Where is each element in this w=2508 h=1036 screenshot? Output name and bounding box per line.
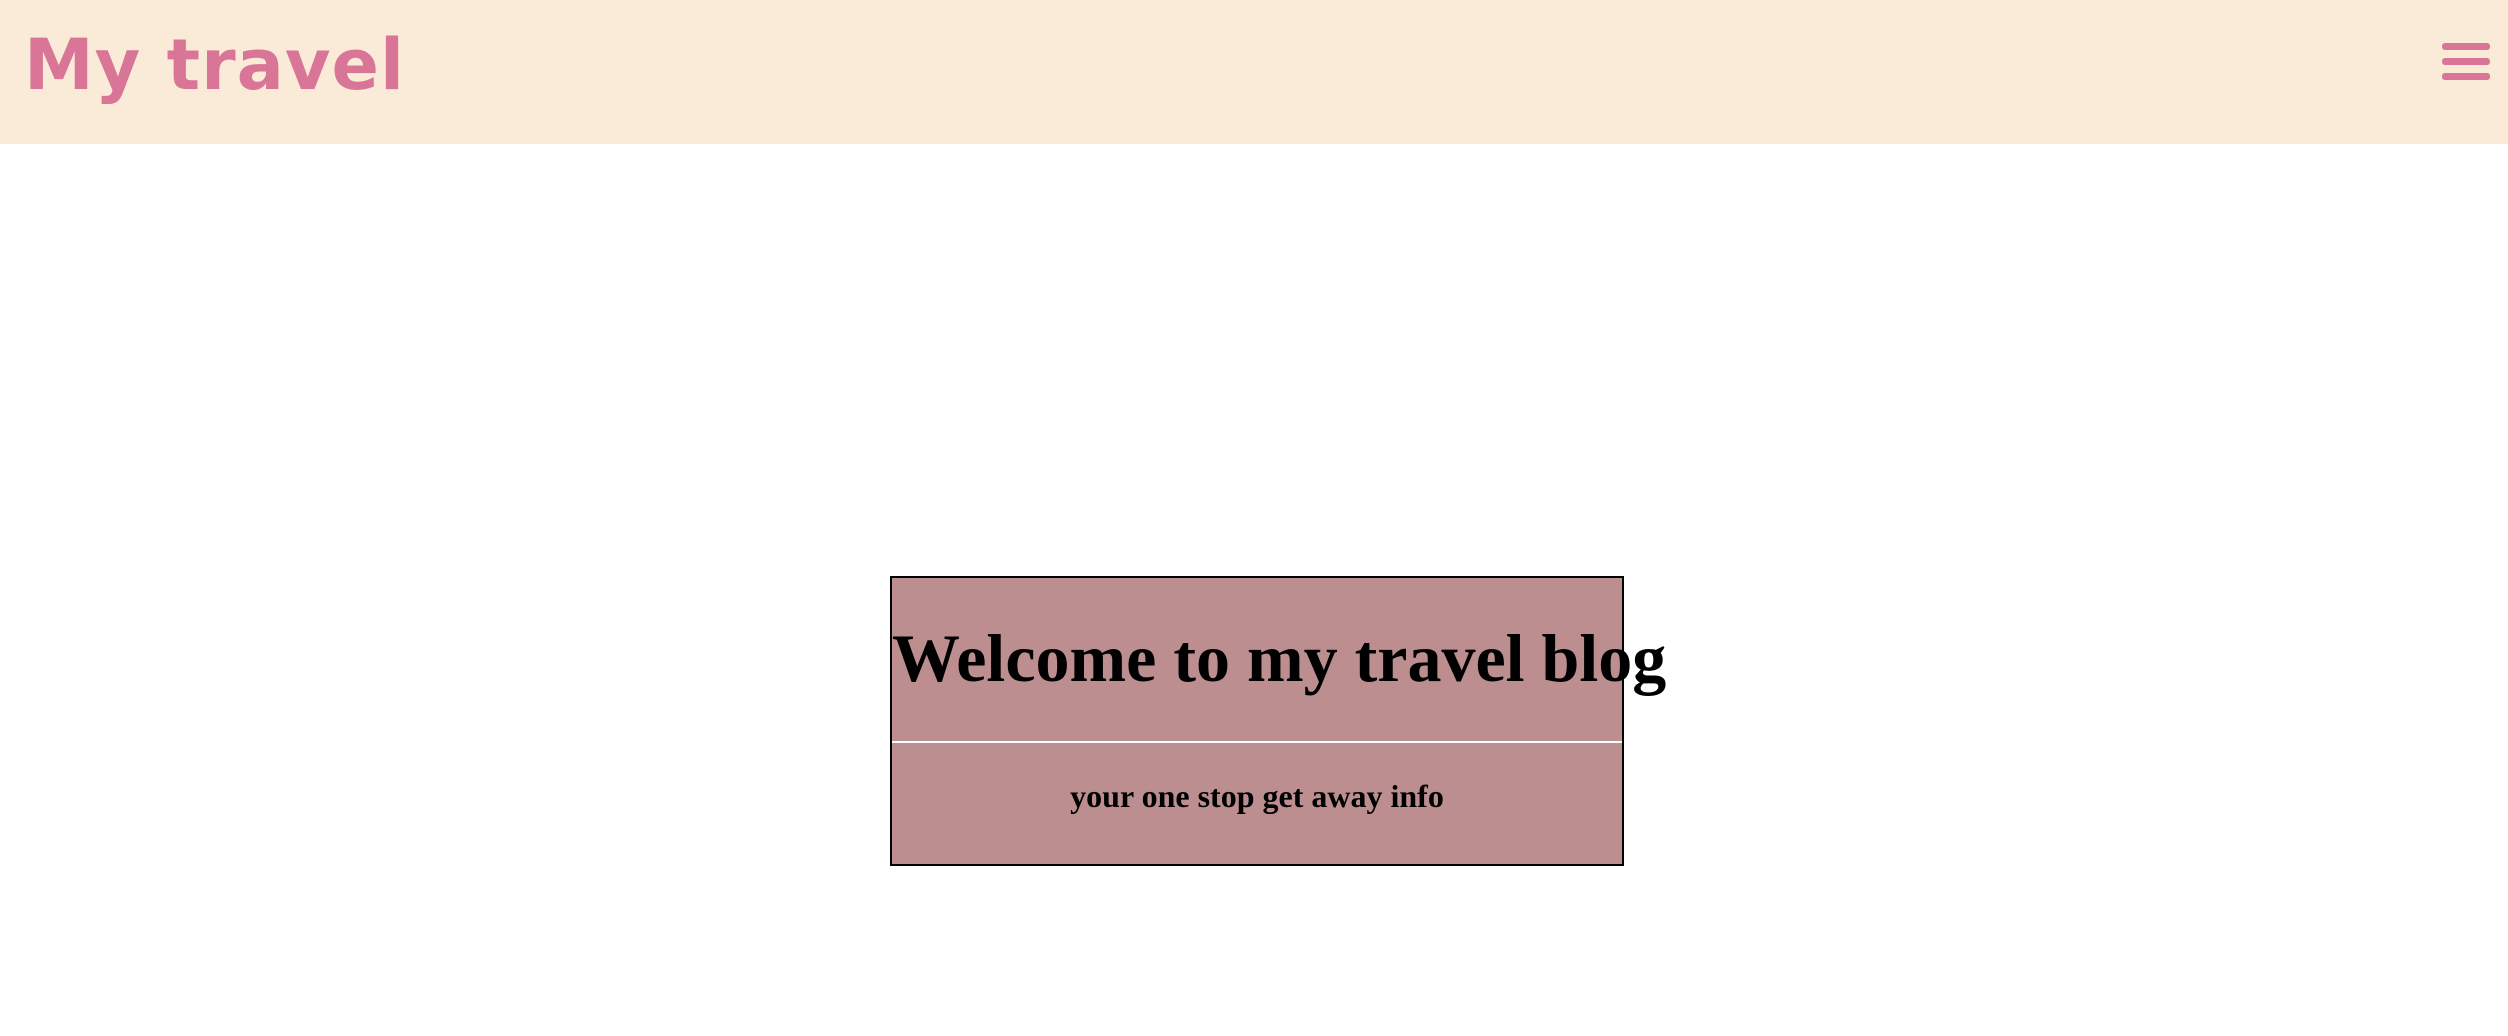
site-brand[interactable]: My travel [24, 20, 405, 110]
menu-button[interactable] [2442, 38, 2490, 86]
hero-banner: Welcome to my travel blog your one stop … [890, 576, 1667, 866]
top-navbar: My travel [0, 0, 2508, 144]
hero-title: Welcome to my travel blog [892, 620, 1667, 696]
hero-subtitle: your one stop get away info [1070, 778, 1444, 814]
hero-divider [892, 741, 1622, 743]
